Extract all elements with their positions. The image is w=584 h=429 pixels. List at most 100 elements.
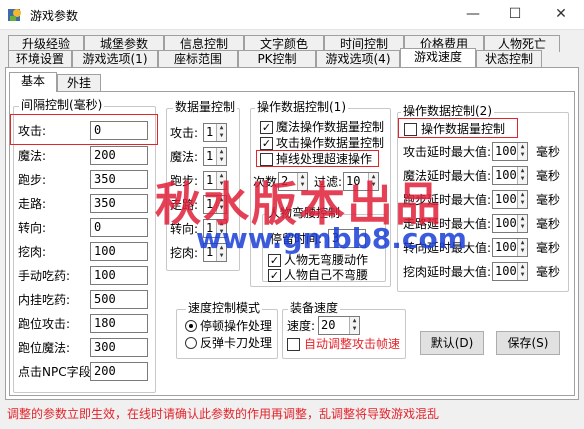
window-title: 游戏参数	[30, 9, 79, 23]
op2-stepper-0[interactable]: 100 ▲ ▼	[492, 142, 528, 161]
attack-ctrl-checkbox[interactable]: ✓	[260, 137, 273, 150]
no-bend-action-label: 人物无弯腰动作	[284, 253, 369, 267]
op2-value-3: 100	[495, 216, 517, 230]
op2-stepper-3[interactable]: 100 ▲ ▼	[492, 214, 528, 233]
subtab-plugin[interactable]: 外挂	[57, 74, 101, 92]
interval-label-4: 转向:	[18, 221, 47, 235]
interval-input-10[interactable]: 200	[90, 362, 148, 381]
op2-stepper-0-arrows[interactable]: ▲ ▼	[517, 143, 527, 160]
magic-ctrl-checkbox[interactable]: ✓	[260, 121, 273, 134]
op2-stepper-5[interactable]: 100 ▲ ▼	[492, 262, 528, 281]
no-bend-self-checkbox[interactable]: ✓	[268, 269, 281, 282]
rebound-radio[interactable]	[185, 337, 197, 349]
op2-unit-3: 毫秒	[536, 217, 561, 231]
no-bend-action-checkbox[interactable]: ✓	[268, 254, 281, 267]
op2-value-2: 100	[495, 192, 517, 206]
equip-speed-value: 20	[321, 318, 336, 332]
op2-unit-5: 毫秒	[536, 265, 561, 279]
interval-input-3[interactable]: 350	[90, 194, 148, 213]
equip-speed-label: 速度:	[287, 319, 316, 333]
interval-label-9: 跑位魔法:	[18, 341, 71, 355]
count-row-stepper-1[interactable]: 1 ▲ ▼	[203, 147, 227, 166]
warning-text: 调整的参数立即生效，在线时请确认此参数的作用再调整，乱调整将导致游戏混乱	[7, 407, 440, 421]
equip-speed-stepper-arrows[interactable]: ▲ ▼	[349, 317, 359, 334]
op2-stepper-5-arrows[interactable]: ▲ ▼	[517, 263, 527, 280]
tab-row2-6[interactable]: 状态控制	[476, 50, 542, 67]
maximize-button[interactable]: ☐	[492, 0, 538, 30]
pause-label: 停顿操作处理	[200, 319, 273, 333]
interval-input-9[interactable]: 300	[90, 338, 148, 357]
save-button[interactable]: 保存(S)	[496, 331, 560, 355]
interval-group-title: 间隔控制(毫秒)	[19, 98, 105, 112]
interval-label-7: 内挂吃药:	[18, 293, 71, 307]
interval-label-5: 挖肉:	[18, 245, 47, 259]
op2-stepper-2[interactable]: 100 ▲ ▼	[492, 190, 528, 209]
op1-group-title: 操作数据控制(1)	[255, 100, 348, 114]
op2-label-0: 攻击延时最大值:	[403, 145, 492, 159]
count-row-stepper-0[interactable]: 1 ▲ ▼	[203, 123, 227, 142]
magic-ctrl-label: 魔法操作数据量控制	[276, 120, 385, 134]
count-row-stepper-0-arrows[interactable]: ▲ ▼	[216, 124, 226, 141]
minimize-button[interactable]: —	[450, 0, 496, 30]
highlight-attack-box	[10, 114, 158, 145]
op2-value-5: 100	[495, 264, 517, 278]
op2-unit-1: 毫秒	[536, 169, 561, 183]
op2-stepper-1[interactable]: 100 ▲ ▼	[492, 166, 528, 185]
interval-input-1[interactable]: 200	[90, 146, 148, 165]
dropline-label: 掉线处理超速操作	[276, 152, 373, 166]
interval-input-4[interactable]: 0	[90, 218, 148, 237]
op2-unit-0: 毫秒	[536, 145, 561, 159]
dropline-checkbox[interactable]	[260, 153, 273, 166]
interval-input-5[interactable]: 100	[90, 242, 148, 261]
default-button[interactable]: 默认(D)	[420, 331, 484, 355]
speed-mode-group	[176, 309, 278, 359]
equip-speed-title: 装备速度	[288, 301, 341, 315]
interval-label-1: 魔法:	[18, 149, 47, 163]
count-row-value-1: 1	[206, 149, 214, 163]
interval-input-8[interactable]: 180	[90, 314, 148, 333]
auto-adjust-checkbox[interactable]	[287, 338, 300, 351]
op2-stepper-4[interactable]: 100 ▲ ▼	[492, 238, 528, 257]
app-icon	[6, 6, 24, 24]
count-row-value-0: 1	[206, 125, 214, 139]
op2-value-0: 100	[495, 144, 517, 158]
tab-row2-2[interactable]: 座标范围	[158, 50, 238, 67]
op2-ctrl-checkbox[interactable]	[404, 123, 417, 136]
interval-input-6[interactable]: 100	[90, 266, 148, 285]
interval-label-10: 点击NPC字段:	[18, 365, 95, 379]
tab-row2-4[interactable]: 游戏选项(4)	[316, 50, 400, 67]
no-bend-self-label: 人物自己不弯腰	[284, 268, 369, 282]
op2-stepper-4-arrows[interactable]: ▲ ▼	[517, 239, 527, 256]
op2-stepper-1-arrows[interactable]: ▲ ▼	[517, 167, 527, 184]
tab-row2-1[interactable]: 游戏选项(1)	[72, 50, 158, 67]
attack-ctrl-label: 攻击操作数据量控制	[276, 136, 385, 150]
count-label-5: 挖肉:	[170, 246, 199, 260]
count-group-title: 数据量控制	[173, 100, 238, 114]
rebound-label: 反弹卡刀处理	[200, 336, 273, 350]
tab-row2-0[interactable]: 环境设置	[8, 50, 72, 67]
subtab-basic[interactable]: 基本	[9, 72, 57, 92]
op2-stepper-3-arrows[interactable]: ▲ ▼	[517, 215, 527, 232]
interval-input-2[interactable]: 350	[90, 170, 148, 189]
count-label-0: 攻击:	[170, 126, 199, 140]
watermark-url: www.gmbb8.com	[196, 222, 467, 255]
op2-stepper-2-arrows[interactable]: ▲ ▼	[517, 191, 527, 208]
auto-adjust-label: 自动调整攻击帧速	[304, 337, 401, 351]
op2-group-title: 操作数据控制(2)	[401, 104, 494, 118]
op2-unit-4: 毫秒	[536, 241, 561, 255]
count-row-stepper-1-arrows[interactable]: ▲ ▼	[216, 148, 226, 165]
close-button[interactable]: ✕	[538, 0, 584, 30]
pause-radio[interactable]	[185, 320, 197, 332]
interval-input-7[interactable]: 500	[90, 290, 148, 309]
count-label-1: 魔法:	[170, 150, 199, 164]
interval-label-2: 跑步:	[18, 173, 47, 187]
tab-row2-3[interactable]: PK控制	[238, 50, 316, 67]
op2-unit-2: 毫秒	[536, 193, 561, 207]
interval-label-3: 走路:	[18, 197, 47, 211]
op2-value-1: 100	[495, 168, 517, 182]
tab-row2-5[interactable]: 游戏速度	[400, 48, 476, 67]
op2-label-5: 挖肉延时最大值:	[403, 265, 492, 279]
equip-speed-stepper[interactable]: 20 ▲ ▼	[318, 316, 360, 335]
interval-label-6: 手动吃药:	[18, 269, 71, 283]
interval-label-8: 跑位攻击:	[18, 317, 71, 331]
